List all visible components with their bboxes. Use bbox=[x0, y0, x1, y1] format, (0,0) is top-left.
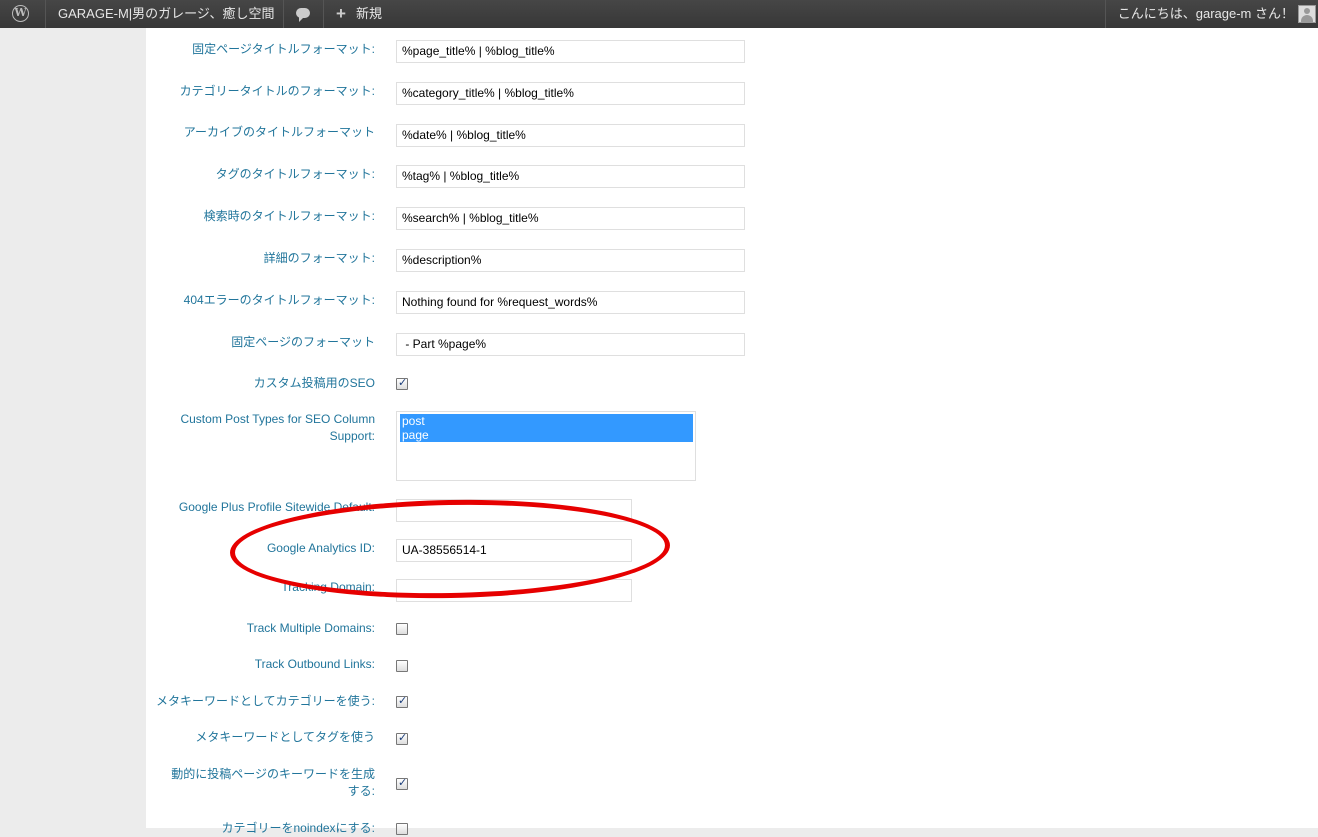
paged-format-label: 固定ページのフォーマット bbox=[231, 335, 375, 349]
custom-post-types-label: Custom Post Types for SEO Column Support… bbox=[180, 412, 375, 443]
use-tags-keywords-label: メタキーワードとしてタグを使う bbox=[195, 730, 375, 744]
tracking-domain-label: Tracking Domain: bbox=[281, 580, 375, 594]
google-plus-input[interactable] bbox=[396, 499, 632, 522]
google-plus-label: Google Plus Profile Sitewide Default: bbox=[178, 500, 375, 514]
settings-panel: 固定ページタイトルフォーマット: %page_title% | %blog_ti… bbox=[146, 28, 1318, 835]
custom-post-seo-checkbox[interactable] bbox=[396, 376, 408, 390]
option-post[interactable]: post bbox=[400, 414, 693, 428]
use-categories-keywords-label: メタキーワードとしてカテゴリーを使う: bbox=[156, 694, 375, 708]
category-noindex-label: カテゴリーをnoindexにする: bbox=[221, 821, 376, 835]
option-page[interactable]: page bbox=[400, 428, 693, 442]
plus-icon: + bbox=[336, 4, 346, 23]
track-outbound-links-checkbox[interactable] bbox=[396, 660, 408, 672]
custom-post-seo-label: カスタム投稿用のSEO bbox=[253, 376, 375, 390]
paged-format-input[interactable]: - Part %page% bbox=[396, 333, 745, 356]
my-account-menu[interactable]: こんにちは、garage-m さん！ bbox=[1104, 0, 1318, 28]
search-title-format-label: 検索時のタイトルフォーマット: bbox=[203, 209, 375, 223]
archive-title-format-label: アーカイブのタイトルフォーマット bbox=[183, 125, 375, 139]
greeting-text: こんにちは、garage-m さん！ bbox=[1117, 6, 1294, 21]
page-title-format-input[interactable]: %page_title% | %blog_title% bbox=[396, 40, 745, 63]
avatar-icon bbox=[1298, 5, 1316, 23]
comment-bubble-icon bbox=[296, 8, 310, 22]
page-title-format-label: 固定ページタイトルフォーマット: bbox=[192, 42, 375, 56]
category-title-format-input[interactable]: %category_title% | %blog_title% bbox=[396, 82, 745, 105]
dynamic-keywords-label: 動的に投稿ページのキーワードを生成する: bbox=[171, 767, 375, 798]
wordpress-menu[interactable]: W bbox=[0, 0, 46, 28]
description-format-input[interactable]: %description% bbox=[396, 249, 745, 272]
dynamic-keywords-checkbox[interactable] bbox=[396, 776, 408, 790]
use-categories-keywords-checkbox[interactable] bbox=[396, 694, 408, 708]
use-tags-keywords-checkbox[interactable] bbox=[396, 731, 408, 745]
tracking-domain-input[interactable] bbox=[396, 579, 632, 602]
404-title-format-input[interactable]: Nothing found for %request_words% bbox=[396, 291, 745, 314]
google-analytics-label: Google Analytics ID: bbox=[266, 541, 375, 555]
track-multiple-domains-label: Track Multiple Domains: bbox=[246, 621, 375, 635]
tag-title-format-input[interactable]: %tag% | %blog_title% bbox=[396, 165, 745, 188]
tag-title-format-label: タグのタイトルフォーマット: bbox=[215, 167, 375, 181]
track-outbound-links-label: Track Outbound Links: bbox=[254, 657, 375, 671]
comments-link[interactable] bbox=[284, 0, 324, 28]
search-title-format-input[interactable]: %search% | %blog_title% bbox=[396, 207, 745, 230]
google-analytics-input[interactable]: UA-38556514-1 bbox=[396, 539, 632, 562]
new-label: 新規 bbox=[356, 6, 383, 21]
archive-title-format-input[interactable]: %date% | %blog_title% bbox=[396, 124, 745, 147]
new-content-menu[interactable]: + 新規 bbox=[324, 0, 398, 28]
wordpress-icon: W bbox=[12, 5, 29, 22]
404-title-format-label: 404エラーのタイトルフォーマット: bbox=[183, 293, 375, 307]
category-noindex-checkbox[interactable] bbox=[396, 823, 408, 835]
custom-post-types-select[interactable]: post page bbox=[396, 411, 696, 481]
admin-bar: W GARAGE-M|男のガレージ、癒し空間 + 新規 こんにちは、garage… bbox=[0, 0, 1318, 28]
track-multiple-domains-checkbox[interactable] bbox=[396, 623, 408, 635]
site-name-link[interactable]: GARAGE-M|男のガレージ、癒し空間 bbox=[46, 0, 284, 28]
category-title-format-label: カテゴリータイトルのフォーマット: bbox=[179, 84, 375, 98]
description-format-label: 詳細のフォーマット: bbox=[263, 251, 375, 265]
